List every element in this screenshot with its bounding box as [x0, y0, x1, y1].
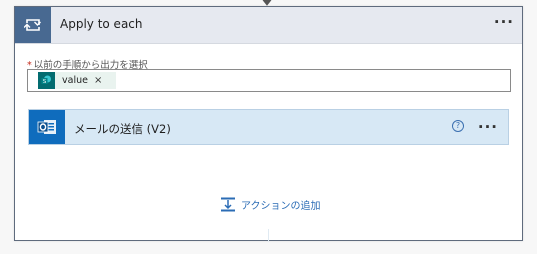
connector-line [268, 229, 269, 242]
sharepoint-icon: S [38, 72, 55, 89]
loop-icon [15, 7, 51, 43]
output-select-input[interactable]: S value × [27, 69, 511, 92]
add-action-label: アクションの追加 [241, 201, 321, 212]
send-email-action-card[interactable]: メールの送信 (V2) ? ··· [28, 109, 509, 145]
more-options-button[interactable]: ··· [494, 13, 514, 31]
add-action-button[interactable]: アクションの追加 [220, 197, 321, 212]
action-more-options-button[interactable]: ··· [478, 118, 498, 136]
help-icon[interactable]: ? [452, 120, 464, 132]
action-title: メールの送信 (V2) [74, 122, 171, 136]
outlook-icon [29, 110, 65, 144]
card-title: Apply to each [60, 17, 143, 31]
apply-to-each-card: Apply to each ··· * 以前の手順から出力を選択 S value … [14, 6, 523, 242]
token-label: value [62, 75, 88, 86]
add-action-icon [221, 197, 235, 212]
svg-text:S: S [43, 79, 47, 85]
token-remove-button[interactable]: × [94, 75, 102, 86]
apply-to-each-header[interactable]: Apply to each ··· [15, 7, 522, 44]
dynamic-content-token[interactable]: S value × [38, 72, 116, 89]
